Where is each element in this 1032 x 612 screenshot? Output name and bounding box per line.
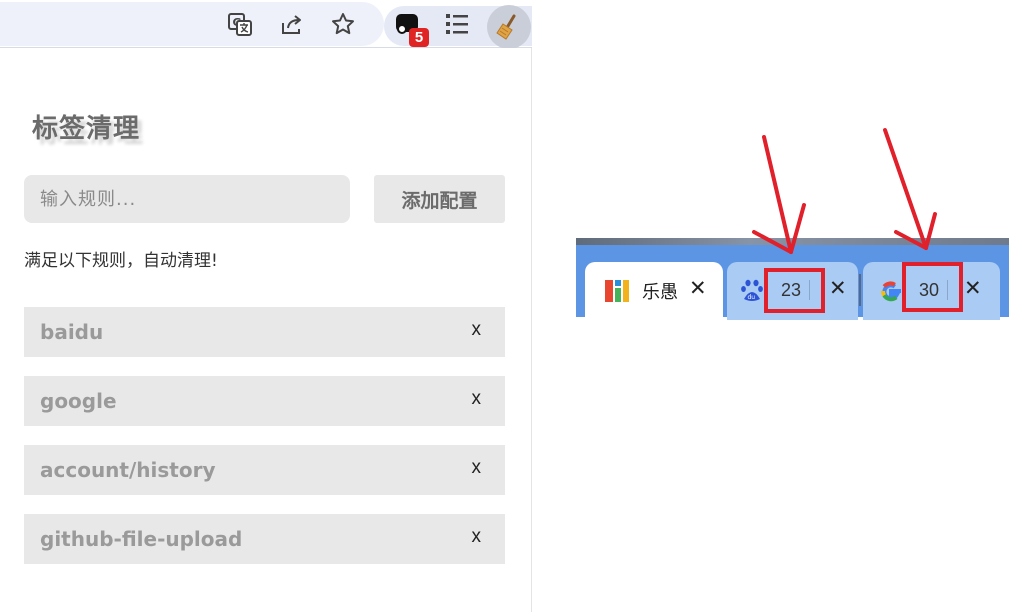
arrow-head-icon (752, 203, 806, 254)
arrow-icon (883, 128, 928, 250)
annotation-arrows (752, 128, 937, 254)
arrow-icon (762, 135, 793, 254)
